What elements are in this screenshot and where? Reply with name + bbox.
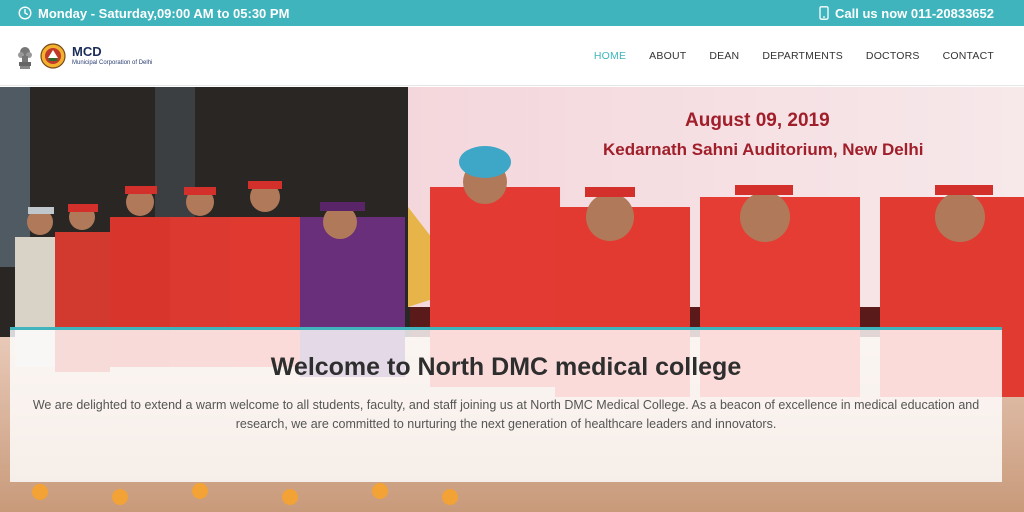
welcome-body: We are delighted to extend a warm welcom… (32, 398, 980, 431)
phone-text: Call us now 011-20833652 (835, 5, 994, 21)
nav-dean[interactable]: DEAN (709, 50, 739, 62)
top-info-bar: Monday - Saturday,09:00 AM to 05:30 PM C… (0, 0, 1024, 26)
site-header: MCD Municipal Corporation of Delhi HOME … (0, 26, 1024, 86)
nav-contact[interactable]: CONTACT (943, 50, 994, 62)
phone-info[interactable]: Call us now 011-20833652 (819, 6, 994, 21)
nav-departments[interactable]: DEPARTMENTS (762, 50, 843, 62)
nav-doctors[interactable]: DOCTORS (866, 50, 920, 62)
mcd-logo-icon (40, 42, 66, 69)
welcome-panel: Welcome to North DMC medical college We … (10, 327, 1002, 482)
clock-icon (18, 6, 32, 20)
hours-text: Monday - Saturday,09:00 AM to 05:30 PM (38, 5, 290, 21)
hero-section: August 09, 2019 Kedarnath Sahni Auditori… (0, 87, 1024, 512)
national-emblem-icon (18, 46, 32, 69)
mobile-phone-icon (819, 6, 829, 20)
hours-info: Monday - Saturday,09:00 AM to 05:30 PM (18, 6, 289, 21)
banner-date: August 09, 2019 (685, 110, 830, 131)
brand-name: MCD (72, 44, 102, 59)
nav-home[interactable]: HOME (594, 50, 626, 62)
brand-logo-link[interactable]: MCD Municipal Corporation of Delhi (16, 42, 152, 70)
welcome-title: Welcome to North DMC medical college (270, 353, 742, 381)
brand-subtitle: Municipal Corporation of Delhi (72, 60, 153, 66)
banner-venue: Kedarnath Sahni Auditorium, New Delhi (603, 140, 924, 159)
main-nav: HOME ABOUT DEAN DEPARTMENTS DOCTORS CONT… (594, 50, 994, 62)
nav-about[interactable]: ABOUT (649, 50, 686, 62)
